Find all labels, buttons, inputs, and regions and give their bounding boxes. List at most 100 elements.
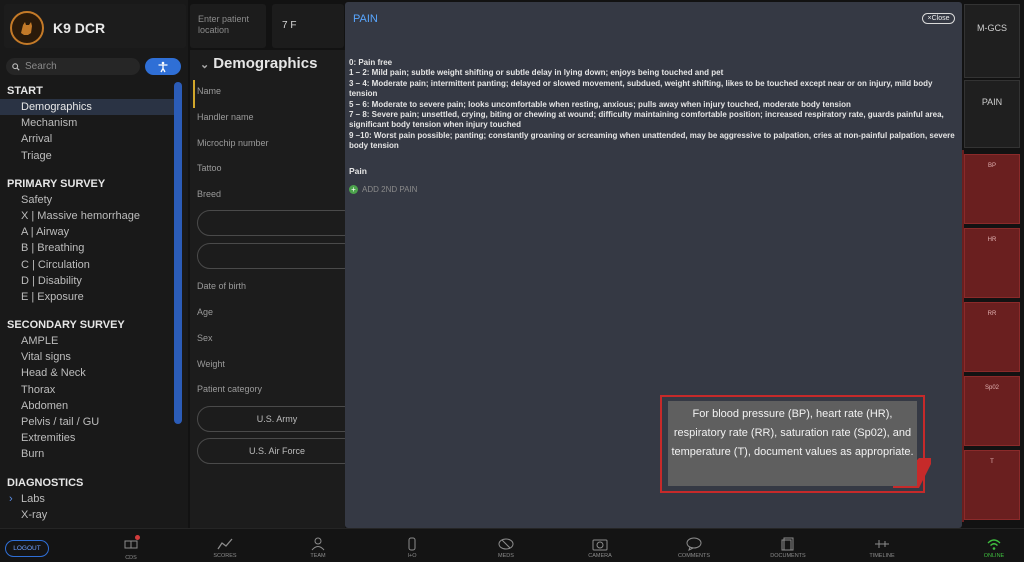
vital-t-field[interactable]: T bbox=[964, 450, 1020, 520]
pain-button[interactable]: PAIN bbox=[964, 80, 1020, 148]
nav-item-massive-hemorrhage[interactable]: X | Massive hemorrhage bbox=[0, 208, 174, 224]
nav-item-pelvis[interactable]: Pelvis / tail / GU bbox=[0, 414, 174, 430]
toolbar-comments[interactable]: COMMENTS bbox=[664, 537, 724, 559]
nav-item-arrival[interactable]: Arrival bbox=[0, 131, 174, 147]
search-placeholder: Search bbox=[25, 61, 57, 72]
toolbar-documents-label: DOCUMENTS bbox=[770, 553, 806, 559]
nav-item-burn[interactable]: Burn bbox=[0, 446, 174, 462]
plus-icon: + bbox=[349, 185, 358, 194]
pain-label: Pain bbox=[349, 166, 367, 176]
nav-section-primary-survey: PRIMARY SURVEY bbox=[7, 177, 106, 190]
meds-icon bbox=[498, 538, 514, 550]
toolbar-meds-label: MEDS bbox=[498, 553, 514, 559]
mgcs-button[interactable]: M-GCS bbox=[964, 4, 1020, 78]
bottom-toolbar: LOGOUT CDS SCORES TEAM I+O MEDS CAMERA C… bbox=[0, 528, 1024, 562]
toolbar-scores-label: SCORES bbox=[213, 553, 237, 559]
add-second-pain-button[interactable]: + ADD 2ND PAIN bbox=[349, 185, 417, 194]
patient-location-line1: Enter patient bbox=[198, 14, 250, 24]
nav-item-breathing[interactable]: B | Breathing bbox=[0, 240, 174, 256]
nav-item-ample[interactable]: AMPLE bbox=[0, 333, 174, 349]
toolbar-cds[interactable]: CDS bbox=[101, 535, 161, 561]
documents-icon bbox=[781, 537, 794, 551]
team-icon bbox=[311, 537, 325, 551]
notification-dot bbox=[135, 535, 140, 540]
nav-item-airway[interactable]: A | Airway bbox=[0, 224, 174, 240]
tattoo-label: Tattoo bbox=[197, 163, 222, 173]
nav-item-thorax[interactable]: Thorax bbox=[0, 382, 174, 398]
toolbar-camera[interactable]: CAMERA bbox=[570, 537, 630, 559]
toolbar-scores[interactable]: SCORES bbox=[195, 537, 255, 559]
nav-item-demographics[interactable]: Demographics bbox=[0, 99, 174, 116]
nav-item-triage[interactable]: Triage bbox=[0, 148, 174, 164]
patient-category-label: Patient category bbox=[197, 384, 263, 394]
nav-item-safety[interactable]: Safety bbox=[0, 192, 174, 208]
pain-scale-line: 9 –10: Worst pain possible; panting; con… bbox=[349, 130, 955, 151]
nav-item-abdomen[interactable]: Abdomen bbox=[0, 398, 174, 414]
toolbar-timeline[interactable]: TIMELINE bbox=[852, 537, 912, 559]
toolbar-online-label: ONLINE bbox=[983, 553, 1005, 559]
nav-section-diagnostics: DIAGNOSTICS bbox=[7, 476, 84, 489]
toolbar-documents[interactable]: DOCUMENTS bbox=[758, 537, 818, 559]
nav-menu: START Demographics Mechanism Arrival Tri… bbox=[0, 84, 174, 523]
name-label: Name bbox=[197, 86, 222, 96]
nav-section-start: START bbox=[7, 85, 43, 97]
pain-scale-text: 0: Pain free 1 – 2: Mild pain; subtle we… bbox=[349, 58, 961, 152]
toolbar-team[interactable]: TEAM bbox=[288, 537, 348, 559]
toolbar-camera-label: CAMERA bbox=[588, 553, 612, 559]
nav-item-head-neck[interactable]: Head & Neck bbox=[0, 365, 174, 381]
pain-scale-line: 3 – 4: Moderate pain; intermittent panti… bbox=[349, 78, 933, 99]
vitals-tooltip: For blood pressure (BP), heart rate (HR)… bbox=[668, 401, 917, 486]
nav-item-labs-label: Labs bbox=[21, 492, 45, 505]
nav-item-exposure[interactable]: E | Exposure bbox=[0, 289, 174, 305]
camera-icon bbox=[592, 539, 608, 551]
search-input[interactable]: Search bbox=[6, 58, 140, 75]
toolbar-cds-label: CDS bbox=[125, 555, 137, 561]
toolbar-meds[interactable]: MEDS bbox=[476, 537, 536, 559]
timeline-icon bbox=[875, 540, 889, 548]
nav-item-labs[interactable]: › Labs bbox=[0, 491, 174, 507]
demographics-title[interactable]: ⌄ Demographics bbox=[200, 55, 317, 72]
accessibility-icon bbox=[158, 61, 168, 72]
toolbar-online-status: ONLINE bbox=[964, 537, 1024, 559]
search-icon bbox=[12, 62, 20, 71]
nav-item-extremities[interactable]: Extremities bbox=[0, 430, 174, 446]
pain-scale-line: 1 – 2: Mild pain; subtle weight shifting… bbox=[349, 68, 724, 78]
close-button[interactable]: × Close bbox=[922, 13, 955, 24]
wifi-icon bbox=[987, 539, 1001, 550]
chevron-down-icon: ⌄ bbox=[200, 59, 210, 71]
vital-hr-field[interactable]: HR bbox=[964, 228, 1020, 298]
nav-item-circulation[interactable]: C | Circulation bbox=[0, 257, 174, 273]
nav-item-disability[interactable]: D | Disability bbox=[0, 273, 174, 289]
toolbar-io[interactable]: I+O bbox=[382, 537, 442, 559]
patient-location-field[interactable]: Enter patient location bbox=[190, 4, 266, 48]
pain-scale-line: 0: Pain free bbox=[349, 58, 393, 67]
ward-field[interactable]: 7 F bbox=[272, 4, 344, 48]
nav-item-mechanism[interactable]: Mechanism bbox=[0, 115, 174, 131]
add-second-pain-label: ADD 2ND PAIN bbox=[362, 185, 418, 194]
pain-scale-line: 5 – 6: Moderate to severe pain; looks un… bbox=[349, 99, 851, 109]
vital-rr-field[interactable]: RR bbox=[964, 302, 1020, 372]
age-label: Age bbox=[197, 307, 214, 317]
nav-item-vital-signs[interactable]: Vital signs bbox=[0, 349, 174, 365]
toolbar-comments-label: COMMENTS bbox=[677, 553, 711, 559]
category-us-army-button[interactable]: U.S. Army bbox=[197, 406, 357, 432]
dob-label: Date of birth bbox=[197, 281, 247, 291]
pain-scale-line: 7 – 8: Severe pain; unsettled, crying, b… bbox=[349, 110, 944, 130]
app-header: K9 DCR bbox=[4, 4, 186, 48]
breed-field-1[interactable] bbox=[197, 210, 357, 236]
io-icon bbox=[408, 537, 416, 551]
accessibility-button[interactable] bbox=[145, 58, 181, 75]
nav-item-xray[interactable]: X-ray bbox=[0, 507, 174, 523]
modal-title: PAIN bbox=[353, 13, 378, 25]
required-marker bbox=[193, 80, 195, 108]
breed-field-2[interactable] bbox=[197, 243, 357, 269]
vital-sp02-field[interactable]: Sp02 bbox=[964, 376, 1020, 446]
scores-icon bbox=[217, 538, 233, 550]
app-title: K9 DCR bbox=[53, 20, 106, 36]
logout-button[interactable]: LOGOUT bbox=[5, 540, 49, 557]
toolbar-timeline-label: TIMELINE bbox=[869, 553, 895, 559]
toolbar-team-label: TEAM bbox=[310, 553, 326, 559]
sidebar-scrollbar[interactable] bbox=[174, 82, 182, 424]
category-us-air-force-button[interactable]: U.S. Air Force bbox=[197, 438, 357, 464]
vital-bp-field[interactable]: BP bbox=[964, 154, 1020, 224]
